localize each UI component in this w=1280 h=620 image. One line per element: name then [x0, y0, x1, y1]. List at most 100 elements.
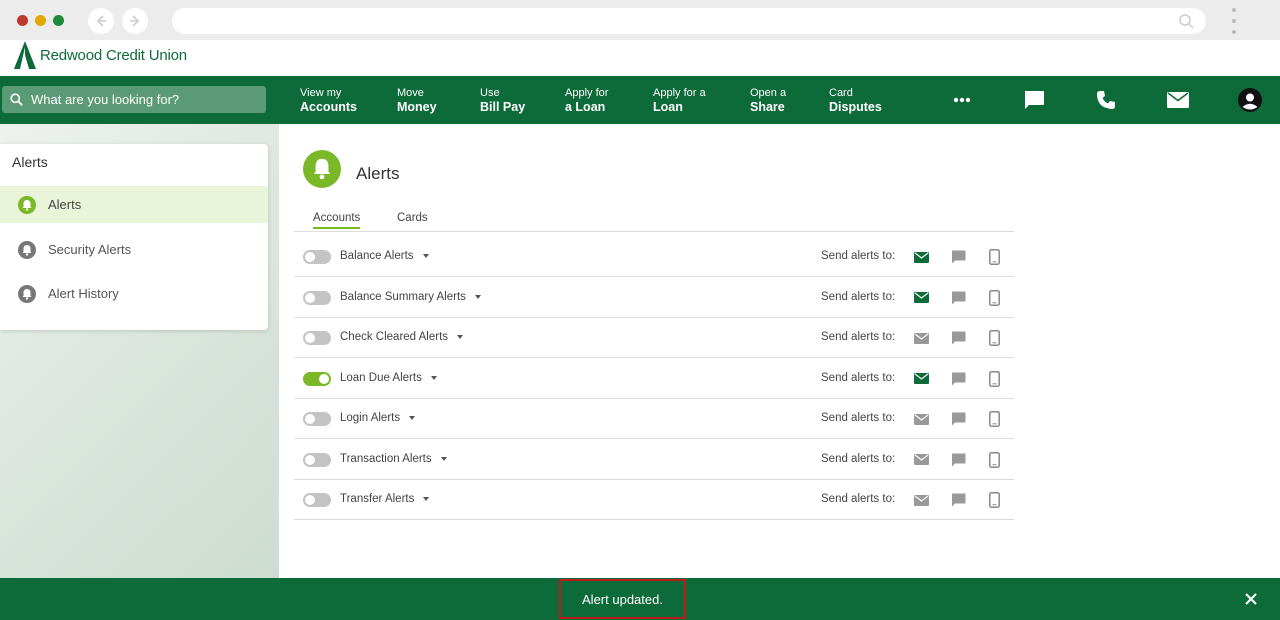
text-channel-icon[interactable] — [950, 330, 966, 346]
sidebar-item-alert-history[interactable]: Alert History — [0, 275, 268, 312]
tab-accounts[interactable]: Accounts — [313, 212, 361, 229]
bell-icon — [18, 195, 36, 214]
email-channel-icon[interactable] — [913, 290, 929, 306]
brand-bar: Redwood Credit Union — [0, 40, 1280, 76]
account-icon[interactable] — [1238, 88, 1262, 112]
alert-label-wrap[interactable]: Balance Summary Alerts — [340, 291, 481, 303]
send-alerts-label: Send alerts to: — [821, 452, 896, 465]
alert-label-wrap[interactable]: Balance Alerts — [340, 250, 429, 262]
alert-row: Transaction Alerts Send alerts to: — [294, 440, 1014, 480]
alert-row: Balance Summary Alerts Send alerts to: — [294, 278, 1014, 318]
send-alerts-label: Send alerts to: — [821, 493, 896, 505]
chevron-down-icon[interactable] — [430, 375, 437, 380]
alert-row: Check Cleared Alerts Send alerts to: — [294, 318, 1014, 358]
mobile-channel-icon[interactable] — [986, 249, 1002, 265]
nav-line1: View my — [300, 87, 342, 99]
nav-open-share[interactable]: Open a Share — [750, 86, 786, 114]
sidebar-item-security-alerts[interactable]: Security Alerts — [0, 231, 268, 268]
tab-cards[interactable]: Cards — [397, 212, 428, 224]
sidebar-item-alerts[interactable]: Alerts — [0, 186, 268, 223]
mobile-channel-icon[interactable] — [986, 370, 1002, 387]
page-title: Alerts — [356, 164, 400, 183]
text-channel-icon[interactable] — [950, 411, 966, 427]
email-channel-icon[interactable] — [913, 452, 929, 468]
sidebar-item-label: Alert History — [48, 286, 119, 301]
close-icon[interactable] — [1244, 592, 1258, 606]
text-channel-icon[interactable] — [950, 492, 966, 508]
mail-icon[interactable] — [1166, 88, 1190, 112]
alert-label-wrap[interactable]: Check Cleared Alerts — [340, 331, 464, 343]
send-alerts-label: Send alerts to: — [821, 412, 896, 424]
mobile-channel-icon[interactable] — [986, 451, 1002, 468]
text-channel-icon[interactable] — [950, 371, 966, 387]
alert-row: Transfer Alerts Send alerts to: — [294, 480, 1014, 520]
more-icon[interactable] — [950, 88, 974, 112]
nav-line1: Open a — [750, 87, 787, 99]
nav-view-accounts[interactable]: View my Accounts — [300, 86, 357, 114]
nav-apply-for-a-loan[interactable]: Apply for a Loan — [653, 86, 706, 114]
text-channel-icon[interactable] — [950, 290, 966, 306]
mobile-channel-icon[interactable] — [986, 411, 1002, 427]
mobile-channel-icon[interactable] — [986, 330, 1002, 346]
alert-label-wrap[interactable]: Transfer Alerts — [340, 493, 430, 505]
alert-toggle[interactable] — [303, 290, 331, 305]
search-placeholder: What are you looking for? — [31, 92, 180, 107]
nav-apply-loan[interactable]: Apply for a Loan — [565, 86, 608, 114]
chevron-down-icon[interactable] — [409, 416, 416, 420]
toast-message: Alert updated. — [559, 579, 686, 619]
send-alerts-label: Send alerts to: — [821, 331, 896, 343]
logo[interactable]: Redwood Credit Union — [14, 40, 187, 70]
chevron-down-icon[interactable] — [422, 254, 429, 258]
text-channel-icon[interactable] — [950, 249, 966, 265]
send-alerts-label: Send alerts to: — [821, 371, 896, 384]
email-channel-icon[interactable] — [913, 492, 929, 508]
nav-line2: Accounts — [300, 100, 357, 114]
window-minimize-dot[interactable] — [35, 15, 46, 26]
alert-label-wrap[interactable]: Transaction Alerts — [340, 453, 447, 465]
nav-line1: Move — [397, 87, 424, 99]
chevron-down-icon[interactable] — [423, 497, 430, 501]
alert-label-wrap[interactable]: Login Alerts — [340, 412, 416, 424]
browser-menu-icon[interactable] — [1230, 8, 1238, 34]
alert-toggle[interactable] — [303, 452, 331, 467]
address-bar[interactable] — [172, 8, 1206, 34]
email-channel-icon[interactable] — [913, 411, 929, 427]
alert-toggle[interactable] — [303, 493, 331, 507]
back-arrow-icon[interactable] — [88, 8, 114, 34]
toast-notification: Alert updated. — [0, 578, 1280, 620]
nav-card-disputes[interactable]: Card Disputes — [829, 86, 882, 114]
forward-arrow-icon[interactable] — [122, 8, 148, 34]
sidebar-item-label: Alerts — [48, 197, 82, 212]
alert-label: Balance Alerts — [340, 250, 414, 262]
text-channel-icon[interactable] — [950, 452, 966, 468]
chevron-down-icon[interactable] — [457, 335, 464, 339]
email-channel-icon[interactable] — [913, 249, 929, 265]
mobile-channel-icon[interactable] — [986, 492, 1002, 508]
alert-toggle[interactable] — [303, 371, 331, 386]
alert-toggle[interactable] — [303, 250, 331, 264]
window-close-dot[interactable] — [17, 15, 28, 26]
sidebar-item-label: Security Alerts — [48, 242, 132, 257]
email-channel-icon[interactable] — [913, 371, 929, 387]
alert-label: Loan Due Alerts — [340, 371, 422, 384]
alert-label-wrap[interactable]: Loan Due Alerts — [340, 372, 437, 384]
bell-icon — [18, 240, 36, 259]
nav-bill-pay[interactable]: Use Bill Pay — [480, 86, 525, 114]
alert-label: Check Cleared Alerts — [340, 331, 449, 343]
phone-icon[interactable] — [1094, 88, 1118, 112]
main-content: Alerts Accounts Cards Balance Alerts Send… — [279, 124, 1280, 578]
chat-icon[interactable] — [1022, 88, 1046, 112]
search-input[interactable]: What are you looking for? — [2, 86, 266, 113]
nav-line2: Share — [750, 100, 785, 114]
brand-name: Redwood Credit Union — [40, 46, 187, 64]
chevron-down-icon[interactable] — [440, 456, 447, 461]
window-maximize-dot[interactable] — [53, 15, 64, 26]
mobile-channel-icon[interactable] — [986, 289, 1002, 306]
alert-toggle[interactable] — [303, 331, 331, 345]
alert-row: Balance Alerts Send alerts to: — [294, 237, 1014, 277]
nav-line1: Apply for a — [653, 87, 706, 99]
alert-toggle[interactable] — [303, 412, 331, 426]
nav-move-money[interactable]: Move Money — [397, 86, 437, 114]
chevron-down-icon[interactable] — [474, 294, 481, 299]
email-channel-icon[interactable] — [913, 330, 929, 346]
